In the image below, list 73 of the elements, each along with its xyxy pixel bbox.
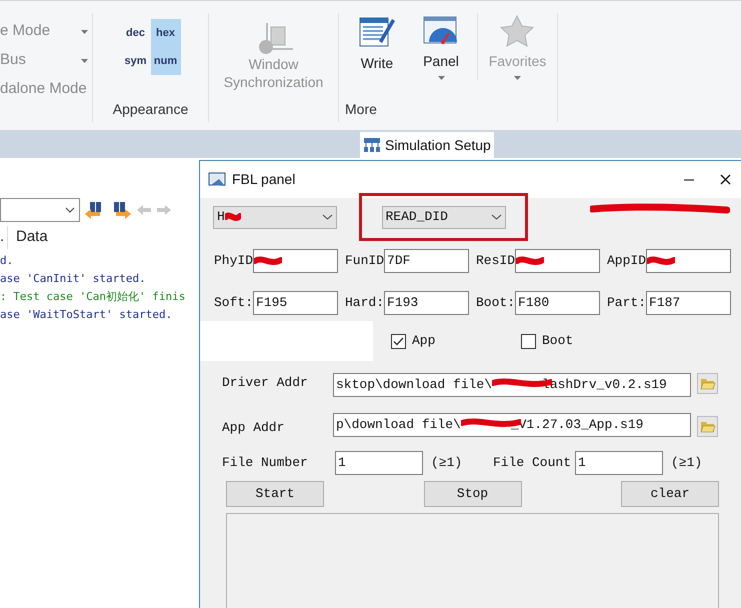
field-label: PhyID (214, 252, 254, 270)
log-line: ase 'CanInit' started. (0, 271, 147, 287)
input-field[interactable]: F180 (515, 291, 600, 315)
caret-icon (438, 76, 444, 80)
input-field[interactable]: F193 (384, 291, 469, 315)
field-label: File Count (493, 454, 572, 472)
caret-icon (514, 76, 521, 80)
action-button[interactable]: Stop (424, 481, 522, 507)
field-label: AppID (607, 252, 646, 270)
ribbon-button[interactable]: Write (359, 15, 395, 74)
column-header: . (0, 226, 8, 249)
folder-icon (700, 377, 716, 390)
checkbox-label: Boot (542, 332, 574, 350)
input-field[interactable]: F187 (646, 291, 731, 315)
field-label: File Number (222, 454, 309, 472)
group-label: More (345, 100, 378, 119)
network-icon (363, 137, 381, 153)
folder-icon (700, 420, 716, 433)
field-label: Part: (607, 294, 646, 312)
caret-icon (81, 58, 88, 62)
check-icon (393, 336, 404, 346)
log-line: ase 'WaitToStart' started. (0, 307, 174, 323)
format-toggle[interactable]: sym (120, 47, 150, 75)
format-toggle[interactable]: num (150, 47, 180, 75)
redaction-mark (224, 211, 241, 223)
format-toggle[interactable]: hex (150, 19, 180, 47)
input-field[interactable] (515, 249, 600, 273)
field-label: Hard: (345, 294, 384, 312)
action-button[interactable]: Start (226, 481, 324, 507)
input-field[interactable] (253, 249, 338, 273)
column-header: Data (15, 227, 48, 248)
field-label: Driver Addr (222, 374, 309, 392)
star-icon (500, 15, 534, 47)
redaction-mark (647, 255, 676, 267)
log-line: : Test case 'Can初始化' finis (0, 289, 186, 305)
format-toggle[interactable]: dec (120, 19, 150, 47)
notepad-pencil-icon (359, 15, 395, 49)
chevron-down-icon (490, 214, 502, 220)
caret-icon (81, 30, 88, 34)
close-icon (720, 174, 730, 185)
filter-combo[interactable] (0, 198, 80, 222)
group-label: Appearance (112, 100, 188, 119)
window-title: FBL panel (232, 170, 296, 189)
input-field[interactable]: 1 (335, 451, 423, 475)
field-label: FunID (345, 252, 384, 270)
app-icon (208, 170, 228, 188)
dropdown[interactable]: H (213, 206, 337, 228)
redaction-mark (516, 255, 544, 267)
chevron-down-icon (322, 214, 333, 220)
field-label: Soft: (214, 294, 254, 312)
checkbox-label: App (412, 332, 436, 350)
checkbox[interactable] (521, 334, 536, 348)
log-line: d. (0, 253, 14, 269)
dropdown[interactable]: READ_DID (382, 206, 506, 228)
path-field[interactable]: p\download file\ _V1.27.03_App.s19 (333, 413, 691, 437)
range-hint: (≥1) (431, 454, 464, 472)
path-field[interactable]: sktop\download file\ lashDrv_v0.2.s19 (333, 373, 691, 397)
field-label: App Addr (222, 418, 286, 436)
field-label: ResID (476, 252, 516, 270)
checkbox[interactable] (391, 334, 406, 348)
input-field[interactable] (646, 249, 731, 273)
gauge-window-icon (423, 15, 459, 47)
input-field[interactable]: F195 (253, 291, 338, 315)
ribbon-button[interactable]: Panel (423, 15, 459, 80)
document-tab[interactable]: Simulation Setup (360, 132, 494, 158)
chevron-down-icon (65, 207, 75, 213)
range-hint: (≥1) (671, 454, 702, 472)
redaction-mark (254, 255, 282, 267)
action-button[interactable]: clear (621, 481, 719, 507)
input-field[interactable]: 1 (575, 451, 663, 475)
minimize-icon (684, 178, 694, 180)
input-field[interactable]: 7DF (384, 249, 469, 273)
field-label: Boot: (476, 294, 516, 312)
